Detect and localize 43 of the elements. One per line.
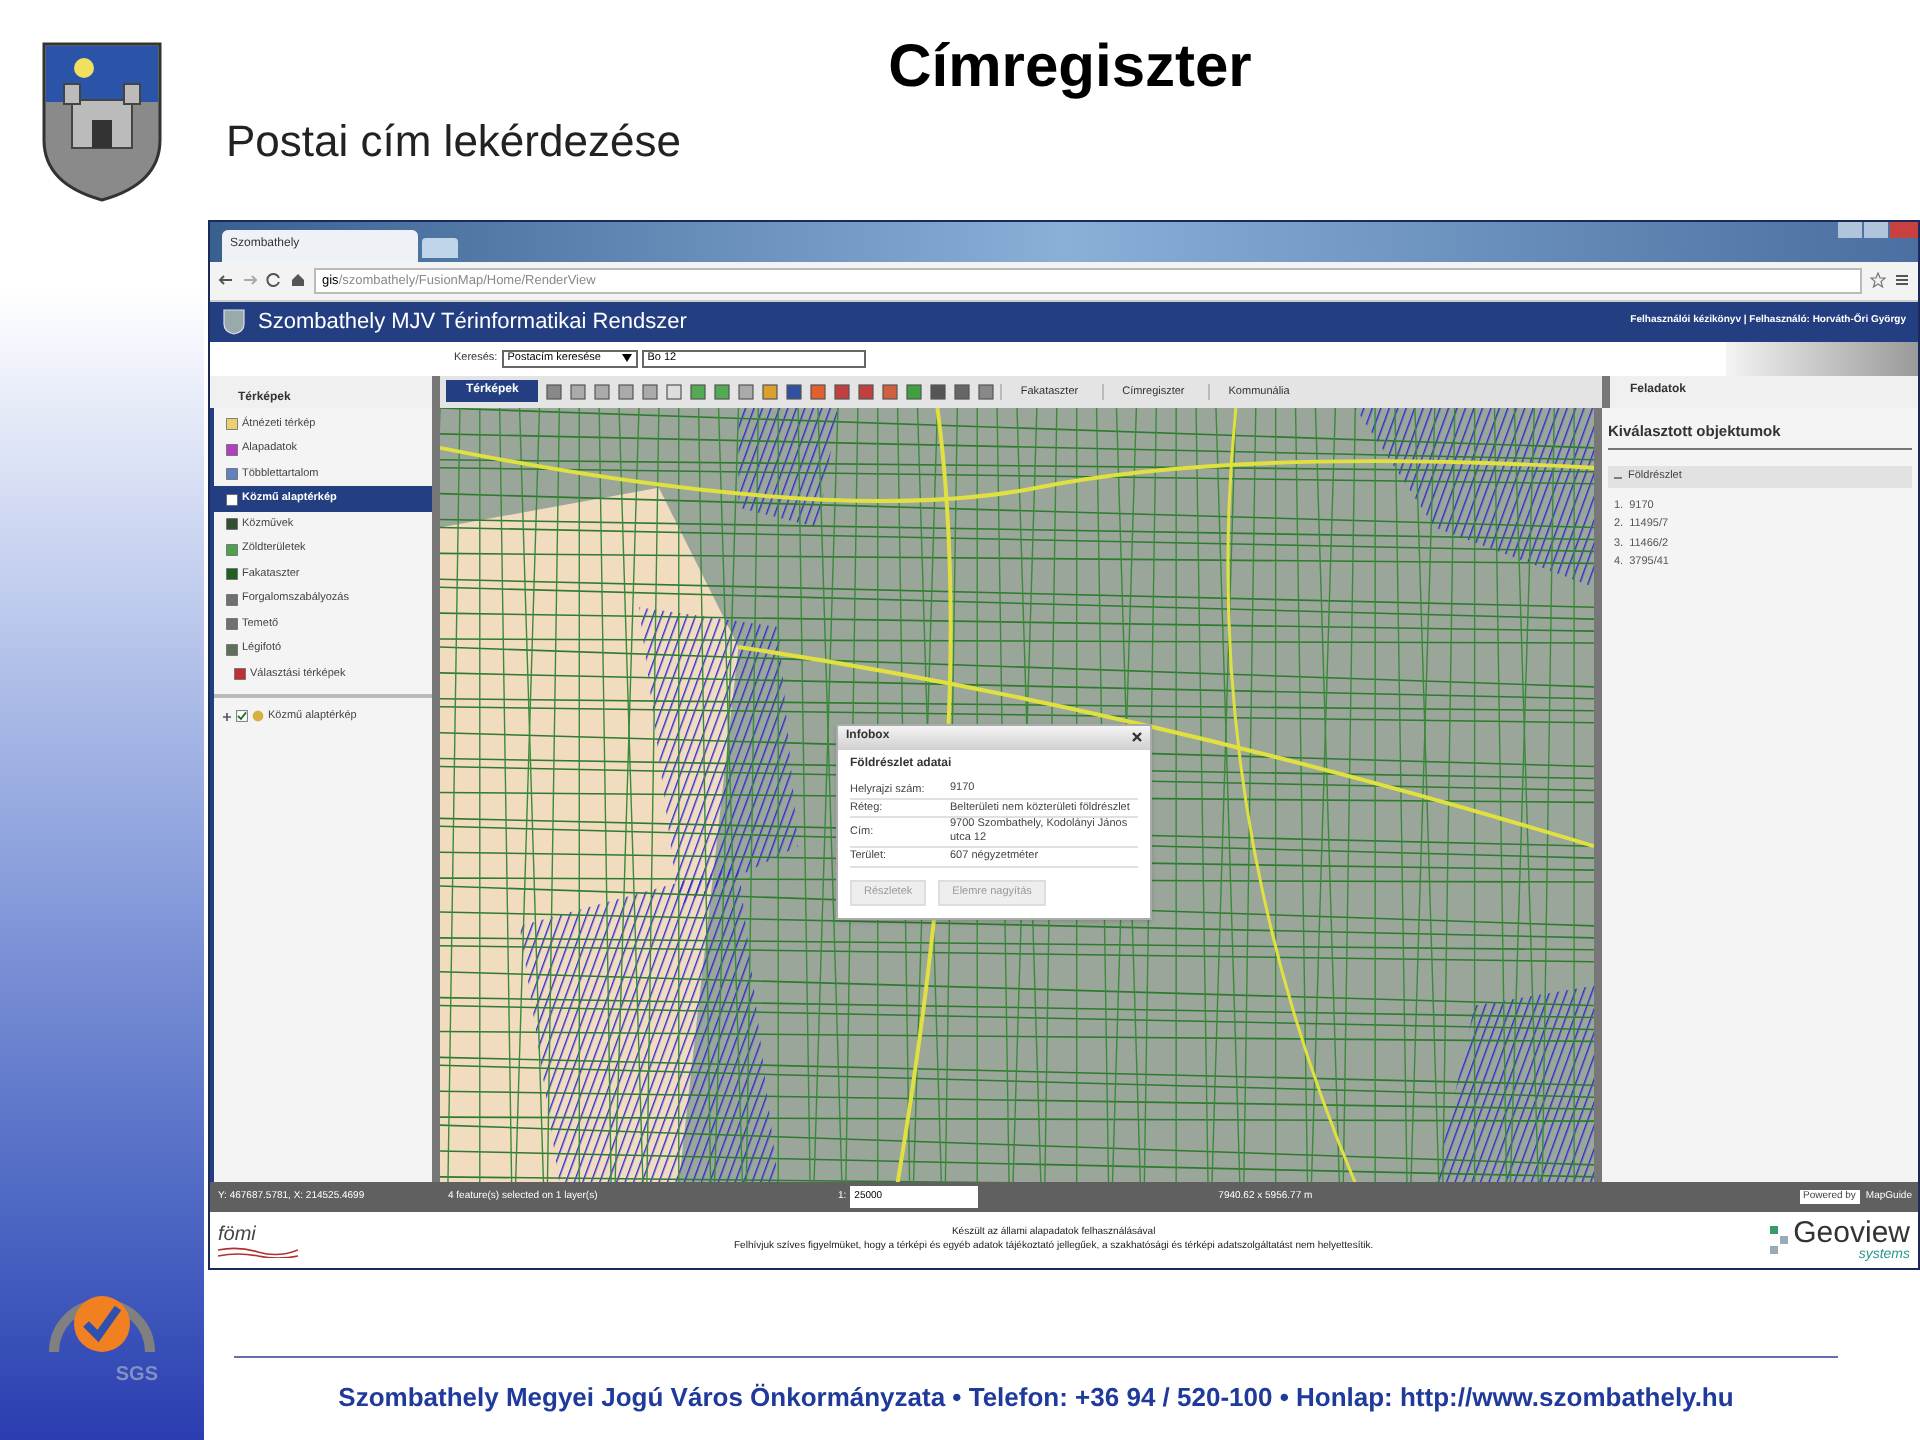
toolbar-icon[interactable]: [712, 382, 731, 401]
toolbar-icon[interactable]: [784, 382, 803, 401]
toolbar-icon[interactable]: [592, 382, 611, 401]
toolbar-icon[interactable]: [832, 382, 851, 401]
home-icon[interactable]: [290, 272, 306, 289]
close-icon[interactable]: [1132, 732, 1142, 743]
geoview-logo-icon: [1769, 1226, 1790, 1255]
footer-contact: Szombathely Megyei Jogú Város Önkormányzata • Telefon: +36 94 / 520-100 • Honlap: http://www.szombathely.hu: [336, 1380, 1736, 1416]
back-arrow-icon[interactable]: [218, 272, 234, 289]
toolbar-icon[interactable]: [664, 382, 683, 401]
toolbar-icon[interactable]: [976, 382, 995, 401]
new-tab-button[interactable]: [422, 237, 458, 258]
toolbar-icon[interactable]: [688, 382, 707, 401]
layer-icon: [252, 710, 264, 723]
badge-text: SGS: [115, 1362, 158, 1390]
toolbar-icon[interactable]: [760, 382, 779, 401]
toolbar-icon[interactable]: [640, 382, 659, 401]
toolbar-icon[interactable]: [928, 382, 947, 401]
expand-icon[interactable]: [222, 711, 232, 722]
slide-subtitle: Postai cím lekérdezése: [224, 114, 683, 168]
map-drawing[interactable]: [440, 407, 1594, 1183]
geoview-logo: Geoview: [1793, 1218, 1910, 1249]
toolbar-icon[interactable]: [880, 382, 899, 401]
toolbar-icon[interactable]: [808, 382, 827, 401]
coat-of-arms-icon: [40, 40, 164, 204]
toolbar-icon[interactable]: [904, 382, 923, 401]
dropdown-caret-icon: [621, 354, 632, 363]
app-title: Szombathely MJV Térinformatikai Rendszer: [258, 307, 687, 338]
toolbar-icon[interactable]: [616, 382, 635, 401]
toolbar-icon[interactable]: [736, 382, 755, 401]
slide-title: Címregiszter: [886, 32, 1254, 104]
toolbar-icon[interactable]: [856, 382, 875, 401]
window-controls-icon[interactable]: [1838, 222, 1918, 240]
reload-icon[interactable]: [266, 272, 282, 289]
toolbar-icon[interactable]: [544, 382, 563, 401]
toolbar-icon[interactable]: [952, 382, 971, 401]
layer-checkbox[interactable]: [236, 710, 248, 723]
star-icon[interactable]: [1870, 272, 1886, 289]
menu-icon[interactable]: [1894, 272, 1910, 289]
fomi-logo: fömi: [218, 1223, 258, 1246]
toolbar-icon[interactable]: [568, 382, 587, 401]
fomi-logo-waves-icon: [218, 1245, 298, 1258]
app-logo-icon: [222, 307, 246, 336]
